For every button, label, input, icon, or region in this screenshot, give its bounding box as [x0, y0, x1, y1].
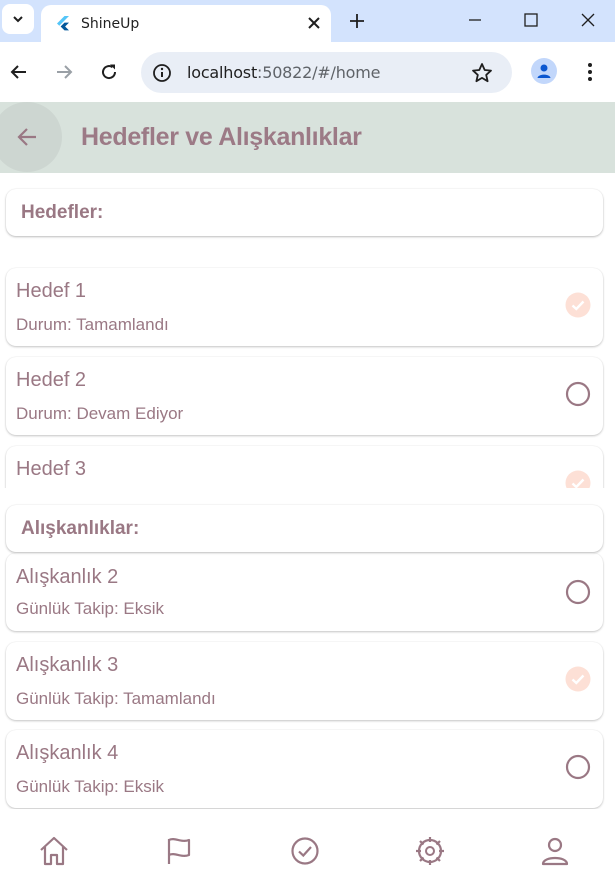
- habits-header-label: Alışkanlıklar:: [21, 518, 140, 539]
- url-text: localhost:50822/#/home: [187, 63, 381, 82]
- nav-home[interactable]: [37, 834, 71, 868]
- nav-settings[interactable]: [413, 834, 447, 868]
- radio-unchecked-icon[interactable]: [565, 579, 591, 605]
- arrow-left-icon: [10, 65, 26, 79]
- check-circle-done-icon[interactable]: [565, 292, 591, 318]
- new-tab-button[interactable]: [344, 8, 370, 34]
- flutter-favicon-icon: [57, 16, 69, 31]
- arrow-back-icon: [17, 128, 36, 146]
- profile-avatar-button[interactable]: [531, 58, 557, 84]
- goal-status: Durum: Devam Ediyor: [16, 404, 184, 423]
- goals-list: Hedef 1 Durum: Tamamlandı Hedef 2 Durum:…: [0, 262, 615, 488]
- habits-list: Alışkanlık 2 Günlük Takip: Eksik Alışkan…: [0, 553, 615, 809]
- close-icon: [581, 13, 595, 27]
- bottom-navigation: [0, 812, 615, 884]
- browser-menu-button[interactable]: [578, 58, 602, 86]
- nav-goals[interactable]: [162, 834, 196, 868]
- reload-button[interactable]: [95, 58, 123, 86]
- habit-title: Alışkanlık 3: [16, 654, 119, 676]
- goal-title: Hedef 1: [16, 280, 87, 302]
- settings-gear-icon: [416, 837, 444, 865]
- goal-title: Hedef 2: [16, 369, 87, 391]
- tab-search-button[interactable]: [2, 4, 34, 34]
- back-nav-button[interactable]: [5, 58, 33, 86]
- site-info-icon: [153, 64, 171, 82]
- profile-icon: [541, 837, 569, 866]
- browser-toolbar: localhost:50822/#/home: [0, 42, 615, 102]
- browser-tabstrip: ShineUp: [0, 0, 615, 42]
- app-bar: Hedefler ve Alışkanlıklar: [0, 102, 615, 173]
- home-icon: [40, 836, 68, 866]
- close-icon: [308, 17, 320, 29]
- address-bar[interactable]: localhost:50822/#/home: [141, 52, 512, 93]
- plus-icon: [350, 14, 364, 28]
- goal-title: Hedef 3: [16, 458, 87, 480]
- check-circle-icon: [291, 837, 319, 865]
- habits-section-header: Alışkanlıklar:: [6, 505, 603, 552]
- more-vert-icon: [588, 63, 592, 81]
- radio-unchecked-icon[interactable]: [565, 754, 591, 780]
- minimize-icon: [469, 19, 481, 21]
- browser-tab[interactable]: ShineUp: [41, 5, 331, 42]
- star-bookmark-icon[interactable]: [471, 62, 493, 84]
- habit-card-4[interactable]: Alışkanlık 4 Günlük Takip: Eksik: [6, 730, 603, 808]
- check-circle-done-icon[interactable]: [565, 666, 591, 692]
- flag-icon: [167, 838, 191, 864]
- check-circle-done-icon[interactable]: [565, 470, 591, 488]
- reload-icon: [102, 64, 117, 80]
- nav-habits[interactable]: [288, 834, 322, 868]
- page-title: Hedefler ve Alışkanlıklar: [81, 123, 362, 151]
- habit-status: Günlük Takip: Tamamlandı: [16, 689, 216, 708]
- habit-title: Alışkanlık 4: [16, 742, 119, 764]
- goal-status: Durum: Tamamlandı: [16, 315, 169, 334]
- person-icon: [537, 64, 551, 78]
- goal-card-2[interactable]: Hedef 2 Durum: Devam Ediyor: [6, 357, 603, 435]
- maximize-icon: [524, 13, 538, 27]
- forward-nav-button[interactable]: [50, 58, 78, 86]
- tab-close-button[interactable]: [303, 12, 325, 34]
- habit-status: Günlük Takip: Eksik: [16, 777, 165, 796]
- habit-card-2[interactable]: Alışkanlık 2 Günlük Takip: Eksik: [6, 553, 603, 631]
- habit-card-3[interactable]: Alışkanlık 3 Günlük Takip: Tamamlandı: [6, 642, 603, 720]
- goals-header-label: Hedefler:: [21, 202, 104, 223]
- close-window-button[interactable]: [573, 6, 603, 34]
- radio-unchecked-icon[interactable]: [565, 381, 591, 407]
- chevron-down-icon: [13, 16, 23, 23]
- minimize-button[interactable]: [460, 6, 490, 34]
- tab-title: ShineUp: [81, 16, 140, 32]
- arrow-right-icon: [57, 65, 73, 79]
- maximize-button[interactable]: [516, 6, 546, 34]
- goal-card-1[interactable]: Hedef 1 Durum: Tamamlandı: [6, 268, 603, 346]
- nav-profile[interactable]: [538, 834, 572, 868]
- habit-title: Alışkanlık 2: [16, 566, 119, 588]
- goals-section-header: Hedefler:: [6, 189, 603, 236]
- goal-card-3[interactable]: Hedef 3: [6, 446, 603, 488]
- habit-status: Günlük Takip: Eksik: [16, 599, 165, 618]
- back-button[interactable]: [0, 102, 62, 172]
